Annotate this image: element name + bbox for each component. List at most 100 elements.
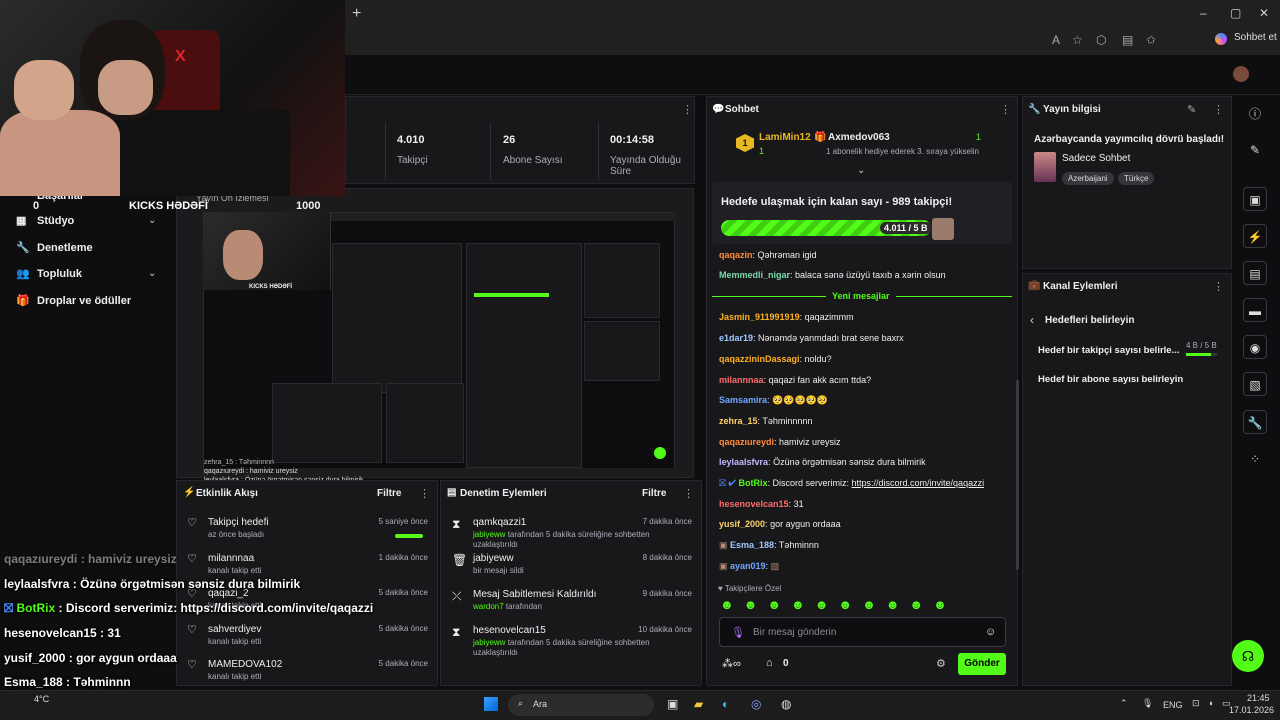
chat-username[interactable]: BotRix bbox=[738, 478, 767, 488]
broadcast-icon[interactable]: ◉ bbox=[1243, 335, 1267, 359]
support-icon[interactable]: ☊ bbox=[1232, 640, 1264, 672]
unpin-icon: ⤫ bbox=[452, 589, 462, 603]
moderation-filter-button[interactable]: Filtre bbox=[642, 488, 666, 499]
copilot-icon[interactable] bbox=[1215, 33, 1227, 45]
star-icon[interactable]: ☆ bbox=[1072, 33, 1083, 47]
network-icon[interactable]: ⊡ bbox=[1192, 698, 1200, 709]
moderator-name[interactable]: wardon7 bbox=[473, 602, 504, 611]
collections-icon[interactable]: ▤ bbox=[1122, 33, 1133, 47]
pencil-icon[interactable]: ✎ bbox=[1243, 138, 1267, 162]
language-indicator[interactable]: ENG bbox=[1163, 700, 1183, 710]
file-explorer-icon[interactable]: ▰ bbox=[694, 697, 703, 711]
avatar[interactable] bbox=[1233, 66, 1249, 82]
chat-username[interactable]: milannnaa bbox=[719, 375, 764, 385]
minimize-button[interactable]: – bbox=[1200, 6, 1207, 20]
chat-username[interactable]: zehra_15 bbox=[719, 416, 758, 426]
task-view-icon[interactable]: ▣ bbox=[667, 697, 678, 711]
mic-icon[interactable]: 🎙 bbox=[1142, 698, 1153, 709]
tag[interactable]: Azerbaijani bbox=[1062, 172, 1114, 185]
chevron-up-icon[interactable]: ⌃ bbox=[1120, 698, 1128, 709]
puzzle-icon[interactable]: ⁘ bbox=[1243, 447, 1267, 471]
close-window-button[interactable]: ✕ bbox=[1259, 6, 1269, 20]
top-gifter-1[interactable]: LamiMin12 bbox=[759, 132, 811, 143]
chat-scrollbar[interactable] bbox=[1016, 380, 1019, 570]
more-icon[interactable]: ⋮ bbox=[682, 103, 693, 116]
chat-username[interactable]: qaqazıureydi bbox=[719, 437, 774, 447]
category-thumbnail[interactable] bbox=[1034, 152, 1056, 182]
read-aloud-icon[interactable]: A bbox=[1052, 33, 1060, 47]
activity-item-title[interactable]: Takipçi hedefi bbox=[208, 517, 269, 528]
volume-icon[interactable]: ◖ bbox=[1208, 698, 1213, 708]
activity-item-title[interactable]: milannnaa bbox=[208, 553, 254, 564]
bolt-icon[interactable]: ⚡ bbox=[1243, 224, 1267, 248]
copilot-chat-button[interactable]: Sohbet et bbox=[1234, 32, 1277, 43]
windows-start-icon[interactable] bbox=[484, 697, 498, 711]
gear-icon[interactable]: ⚙ bbox=[936, 657, 946, 670]
sidebar-item-topluluk[interactable]: Topluluk bbox=[37, 268, 82, 280]
moderation-item-title[interactable]: hesenovelcan15 bbox=[473, 625, 546, 636]
chat-username[interactable]: yusif_2000 bbox=[719, 519, 765, 529]
more-icon[interactable]: ⋮ bbox=[1213, 103, 1224, 116]
sidebar-item-droplar[interactable]: Droplar ve ödüller bbox=[37, 295, 131, 307]
mic-icon[interactable]: 🎙 bbox=[731, 626, 745, 639]
tag[interactable]: Türkçe bbox=[1118, 172, 1155, 185]
moderation-item-title[interactable]: jabiyeww bbox=[473, 553, 514, 564]
channel-points-icon[interactable]: ⁂∞ bbox=[722, 657, 741, 670]
pencil-icon[interactable]: ✎ bbox=[1187, 103, 1196, 116]
chevron-down-icon[interactable]: ⌄ bbox=[148, 215, 156, 226]
store-icon[interactable]: ⌂ bbox=[766, 657, 773, 669]
followers-label: Takipçi bbox=[397, 155, 428, 166]
moderator-name[interactable]: jabiyeww bbox=[473, 638, 505, 647]
wrench-icon[interactable]: 🔧 bbox=[1243, 410, 1267, 434]
more-icon[interactable]: ⋮ bbox=[419, 487, 430, 500]
chat-username[interactable]: Memmedli_nigar bbox=[719, 270, 790, 280]
chat-text: Qəhrəman igid bbox=[757, 250, 817, 260]
taskbar-search[interactable] bbox=[508, 694, 654, 716]
chat-icon[interactable]: ▬ bbox=[1243, 298, 1267, 322]
info-icon[interactable]: ⓘ bbox=[1243, 102, 1267, 126]
more-icon[interactable]: ⋮ bbox=[1000, 103, 1011, 116]
emoji-icon[interactable]: ☺ bbox=[985, 626, 996, 638]
extension-icon[interactable]: ⬡ bbox=[1096, 33, 1106, 47]
chat-username[interactable]: qaqazin bbox=[719, 250, 753, 260]
sidebar-item-denetleme[interactable]: Denetleme bbox=[37, 242, 93, 254]
stats-icon[interactable]: ▣ bbox=[1243, 187, 1267, 211]
chat-username[interactable]: leylaalsfvra bbox=[719, 457, 768, 467]
stream-category[interactable]: Sadece Sohbet bbox=[1062, 153, 1130, 164]
chat-username[interactable]: ayan019 bbox=[730, 561, 766, 571]
chat-link[interactable]: https://discord.com/invite/qaqazzi bbox=[852, 478, 985, 488]
emote-bar[interactable]: ☻☻☻☻☻☻☻☻☻☻ bbox=[720, 597, 957, 612]
maximize-button[interactable]: ▢ bbox=[1230, 6, 1241, 20]
app-icon[interactable]: ◍ bbox=[781, 697, 791, 711]
more-icon[interactable]: ⋮ bbox=[683, 487, 694, 500]
back-icon[interactable]: ‹ bbox=[1030, 313, 1034, 327]
clock-date[interactable]: 17.01.2026 bbox=[1229, 705, 1274, 715]
top-gifter-2[interactable]: Axmedov063 bbox=[828, 132, 890, 143]
chat-username[interactable]: Jasmin_911991919 bbox=[719, 312, 800, 322]
activity-item-title[interactable]: MAMEDOVA102 bbox=[208, 659, 282, 670]
moderator-name[interactable]: jabiyeww bbox=[473, 530, 505, 539]
collapse-icon[interactable]: ⌄ bbox=[857, 165, 865, 176]
more-icon[interactable]: ⋮ bbox=[1213, 280, 1224, 293]
sidebar-item-studyo[interactable]: Stüdyo bbox=[37, 215, 74, 227]
moderation-item-title[interactable]: Mesaj Sabitlemesi Kaldırıldı bbox=[473, 589, 596, 600]
new-tab-button[interactable]: + bbox=[352, 5, 361, 23]
send-button[interactable]: Gönder bbox=[958, 653, 1006, 675]
chevron-down-icon[interactable]: ⌄ bbox=[148, 268, 156, 279]
activity-item-title[interactable]: sahverdiyev bbox=[208, 624, 261, 635]
chat-username[interactable]: hesenovelcan15 bbox=[719, 499, 789, 509]
moderation-item-title[interactable]: qamkqazzi1 bbox=[473, 517, 526, 528]
clock-time[interactable]: 21:45 bbox=[1247, 693, 1270, 703]
moderation-icon[interactable]: ▧ bbox=[1243, 372, 1267, 396]
chat-username[interactable]: Esma_188 bbox=[730, 540, 774, 550]
favorites-icon[interactable]: ✩ bbox=[1146, 33, 1156, 47]
activity-filter-button[interactable]: Filtre bbox=[377, 488, 401, 499]
chat-username[interactable]: e1dar19 bbox=[719, 333, 753, 343]
edge-icon[interactable]: ◐ bbox=[722, 697, 729, 711]
discord-icon[interactable]: ◎ bbox=[751, 697, 761, 711]
follow-goal-option[interactable]: Hedef bir takipçi sayısı belirle... bbox=[1038, 345, 1180, 356]
chat-username[interactable]: Samsamira bbox=[719, 395, 767, 405]
document-icon[interactable]: ▤ bbox=[1243, 261, 1267, 285]
sub-goal-option[interactable]: Hedef bir abone sayısı belirleyin bbox=[1038, 374, 1183, 385]
chat-username[interactable]: qaqazzininDassagi bbox=[719, 354, 800, 364]
